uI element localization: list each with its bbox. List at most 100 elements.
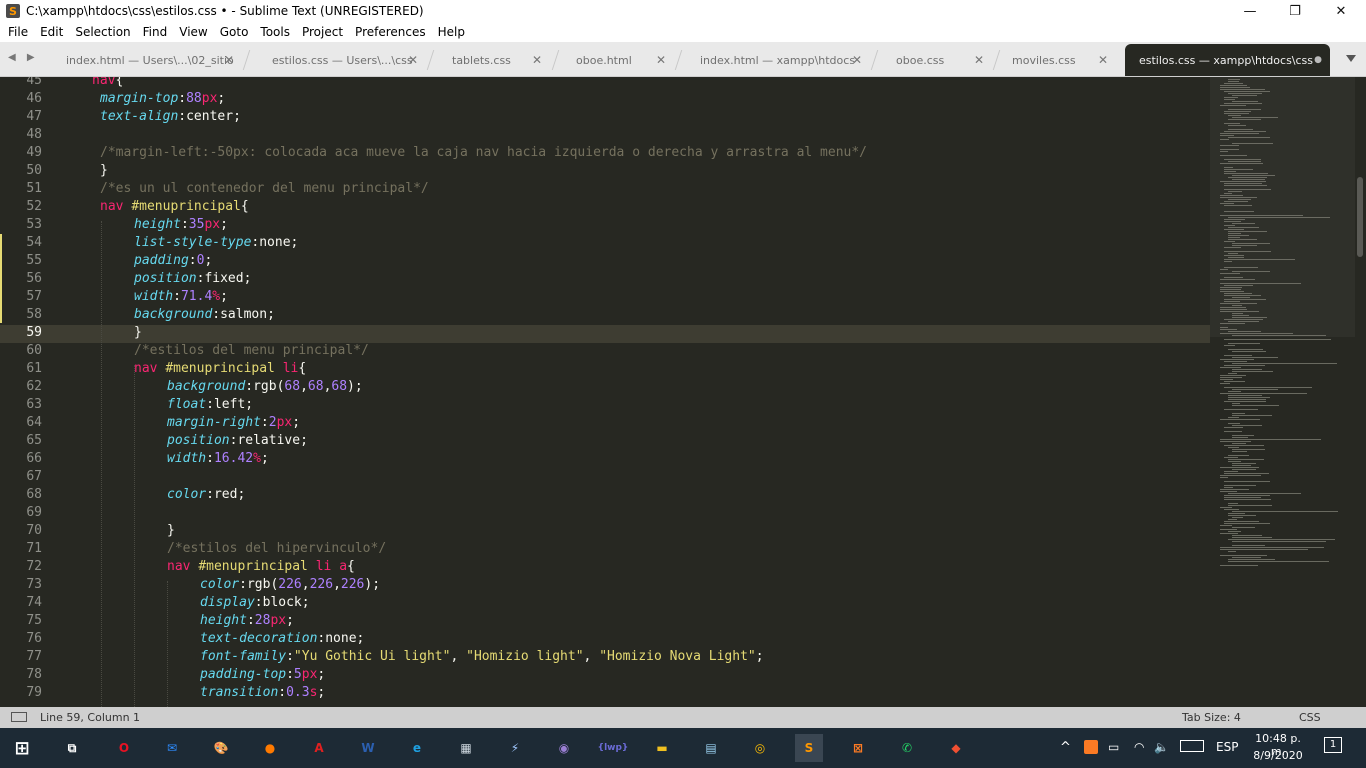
code-line[interactable]: height:28px; [200, 612, 294, 630]
menu-edit[interactable]: Edit [34, 25, 69, 39]
cursor-position[interactable]: Line 59, Column 1 [40, 711, 140, 724]
menu-find[interactable]: Find [137, 25, 174, 39]
tab-navigation-arrows[interactable]: ◀ ▶ [8, 52, 39, 63]
unsaved-dot-icon[interactable]: ● [1314, 55, 1322, 65]
code-line[interactable]: text-align:center; [100, 108, 241, 126]
tab-estilos-css-xampp-active[interactable]: estilos.css — xampp\htdocs\css ● [1125, 44, 1330, 76]
vertical-scrollbar[interactable] [1355, 77, 1366, 707]
code-line[interactable]: margin-top:88px; [100, 90, 225, 108]
menu-help[interactable]: Help [432, 25, 471, 39]
tray-chevron-icon[interactable]: ^ [1060, 740, 1071, 755]
code-line[interactable]: position:fixed; [134, 270, 251, 288]
menu-project[interactable]: Project [296, 25, 349, 39]
clock-date[interactable]: 8/9/2020 [1250, 749, 1306, 762]
git-icon[interactable]: ◆ [942, 734, 970, 762]
tab-size[interactable]: Tab Size: 4 [1182, 711, 1241, 724]
calculator-icon[interactable]: ▦ [452, 734, 480, 762]
tab-close-icon[interactable]: ✕ [656, 53, 666, 67]
menu-tools[interactable]: Tools [254, 25, 296, 39]
code-line[interactable]: transition:0.3s; [200, 684, 325, 702]
code-line[interactable]: padding-top:5px; [200, 666, 325, 684]
panel-toggle-icon[interactable] [11, 712, 27, 722]
code-line[interactable]: background:rgb(68,68,68); [167, 378, 363, 396]
minimap[interactable] [1210, 77, 1355, 707]
notepad-icon[interactable]: ▤ [697, 734, 725, 762]
battery-icon[interactable]: ▭ [1108, 740, 1119, 754]
tab-moviles-css[interactable]: moviles.css ✕ [998, 44, 1116, 76]
code-line[interactable]: font-family:"Yu Gothic Ui light", "Homiz… [200, 648, 764, 666]
task-view-icon[interactable]: ⧉ [58, 734, 86, 762]
code-line[interactable]: nav #menuprincipal{ [100, 198, 249, 216]
chrome-icon[interactable]: ◎ [746, 734, 774, 762]
code-line[interactable]: } [100, 162, 108, 180]
tab-close-icon[interactable]: ✕ [974, 53, 984, 67]
tab-close-icon[interactable]: ✕ [852, 53, 862, 67]
code-line[interactable]: list-style-type:none; [134, 234, 298, 252]
code-line[interactable]: text-decoration:none; [200, 630, 364, 648]
scrollbar-thumb[interactable] [1357, 177, 1363, 257]
opera-icon[interactable]: O [110, 734, 138, 762]
code-line[interactable]: /*estilos del hipervinculo*/ [167, 540, 386, 558]
file-explorer-icon[interactable]: ▬ [648, 734, 676, 762]
code-line[interactable]: background:salmon; [134, 306, 275, 324]
tab-oboe-html[interactable]: oboe.html ✕ [562, 44, 674, 76]
keyboard-icon[interactable] [1180, 740, 1204, 752]
minimap-viewport[interactable] [1210, 77, 1355, 337]
code-line[interactable]: height:35px; [134, 216, 228, 234]
language-indicator[interactable]: ESP [1216, 740, 1238, 754]
code-line[interactable]: position:relative; [167, 432, 308, 450]
menu-view[interactable]: View [173, 25, 213, 39]
tab-index-html-xampp[interactable]: index.html — xampp\htdocs ✕ [686, 44, 870, 76]
code-line[interactable]: color:rgb(226,226,226); [200, 576, 380, 594]
code-line[interactable]: /*estilos del menu principal*/ [134, 342, 369, 360]
tab-close-icon[interactable]: ✕ [224, 53, 234, 67]
code-line[interactable]: /*margin-left:-50px: colocada aca mueve … [100, 144, 867, 162]
code-line[interactable]: nav{ [92, 77, 123, 90]
tab-close-icon[interactable]: ✕ [408, 53, 418, 67]
code-line[interactable]: margin-right:2px; [167, 414, 300, 432]
code-line[interactable]: display:block; [200, 594, 310, 612]
maximize-button[interactable]: ❐ [1272, 0, 1318, 22]
code-line[interactable]: width:71.4%; [134, 288, 228, 306]
code-line[interactable]: nav #menuprincipal li{ [134, 360, 306, 378]
menu-preferences[interactable]: Preferences [349, 25, 432, 39]
tab-oboe-css[interactable]: oboe.css ✕ [882, 44, 992, 76]
code-line[interactable]: nav #menuprincipal li a{ [167, 558, 355, 576]
code-editor[interactable]: 45 46 47 48 49 50 51 52 53 54 55 56 57 58 59 60 61 62 63 64… [0, 77, 1366, 707]
tab-estilos-css-users[interactable]: estilos.css — Users\...\css ✕ [258, 44, 426, 76]
minimize-button[interactable]: — [1227, 0, 1273, 22]
acrobat-icon[interactable]: A [305, 734, 333, 762]
menu-goto[interactable]: Goto [214, 25, 255, 39]
tab-close-icon[interactable]: ✕ [532, 53, 542, 67]
tab-dropdown-icon[interactable] [1346, 55, 1356, 62]
notification-center-icon[interactable]: 1 [1324, 737, 1342, 753]
code-line[interactable]: width:16.42%; [167, 450, 269, 468]
close-button[interactable]: ✕ [1318, 0, 1364, 22]
tab-close-icon[interactable]: ✕ [1098, 53, 1108, 67]
code-line[interactable]: float:left; [167, 396, 253, 414]
whatsapp-icon[interactable]: ✆ [893, 734, 921, 762]
code-line[interactable]: color:red; [167, 486, 245, 504]
xampp-icon[interactable]: ⊠ [844, 734, 872, 762]
code-line[interactable]: padding:0; [134, 252, 212, 270]
syntax-mode[interactable]: CSS [1299, 711, 1321, 724]
tab-index-html-sitio[interactable]: index.html — Users\...\02_sitio ✕ [52, 44, 242, 76]
menu-file[interactable]: File [2, 25, 34, 39]
wifi-icon[interactable]: ◠ [1134, 740, 1144, 754]
windows-start-icon[interactable]: ⊞ [8, 734, 36, 762]
word-icon[interactable]: W [354, 734, 382, 762]
code-line[interactable]: /*es un ul contenedor del menu principal… [100, 180, 429, 198]
xampp-tray-icon[interactable] [1084, 740, 1098, 754]
firefox-icon[interactable]: ● [256, 734, 284, 762]
menu-selection[interactable]: Selection [69, 25, 136, 39]
code-line[interactable]: } [134, 324, 142, 342]
mail-icon[interactable]: ✉ [158, 734, 186, 762]
github-icon[interactable]: ◉ [550, 734, 578, 762]
paint-icon[interactable]: 🎨 [207, 734, 235, 762]
volume-icon[interactable]: 🔈 [1154, 740, 1169, 754]
edge-icon[interactable]: e [403, 734, 431, 762]
filezilla-icon[interactable]: ⚡ [501, 734, 529, 762]
local-wp-icon[interactable]: {lwp} [598, 734, 629, 762]
code-line[interactable]: } [167, 522, 175, 540]
sublime-text-icon[interactable]: S [795, 734, 823, 762]
